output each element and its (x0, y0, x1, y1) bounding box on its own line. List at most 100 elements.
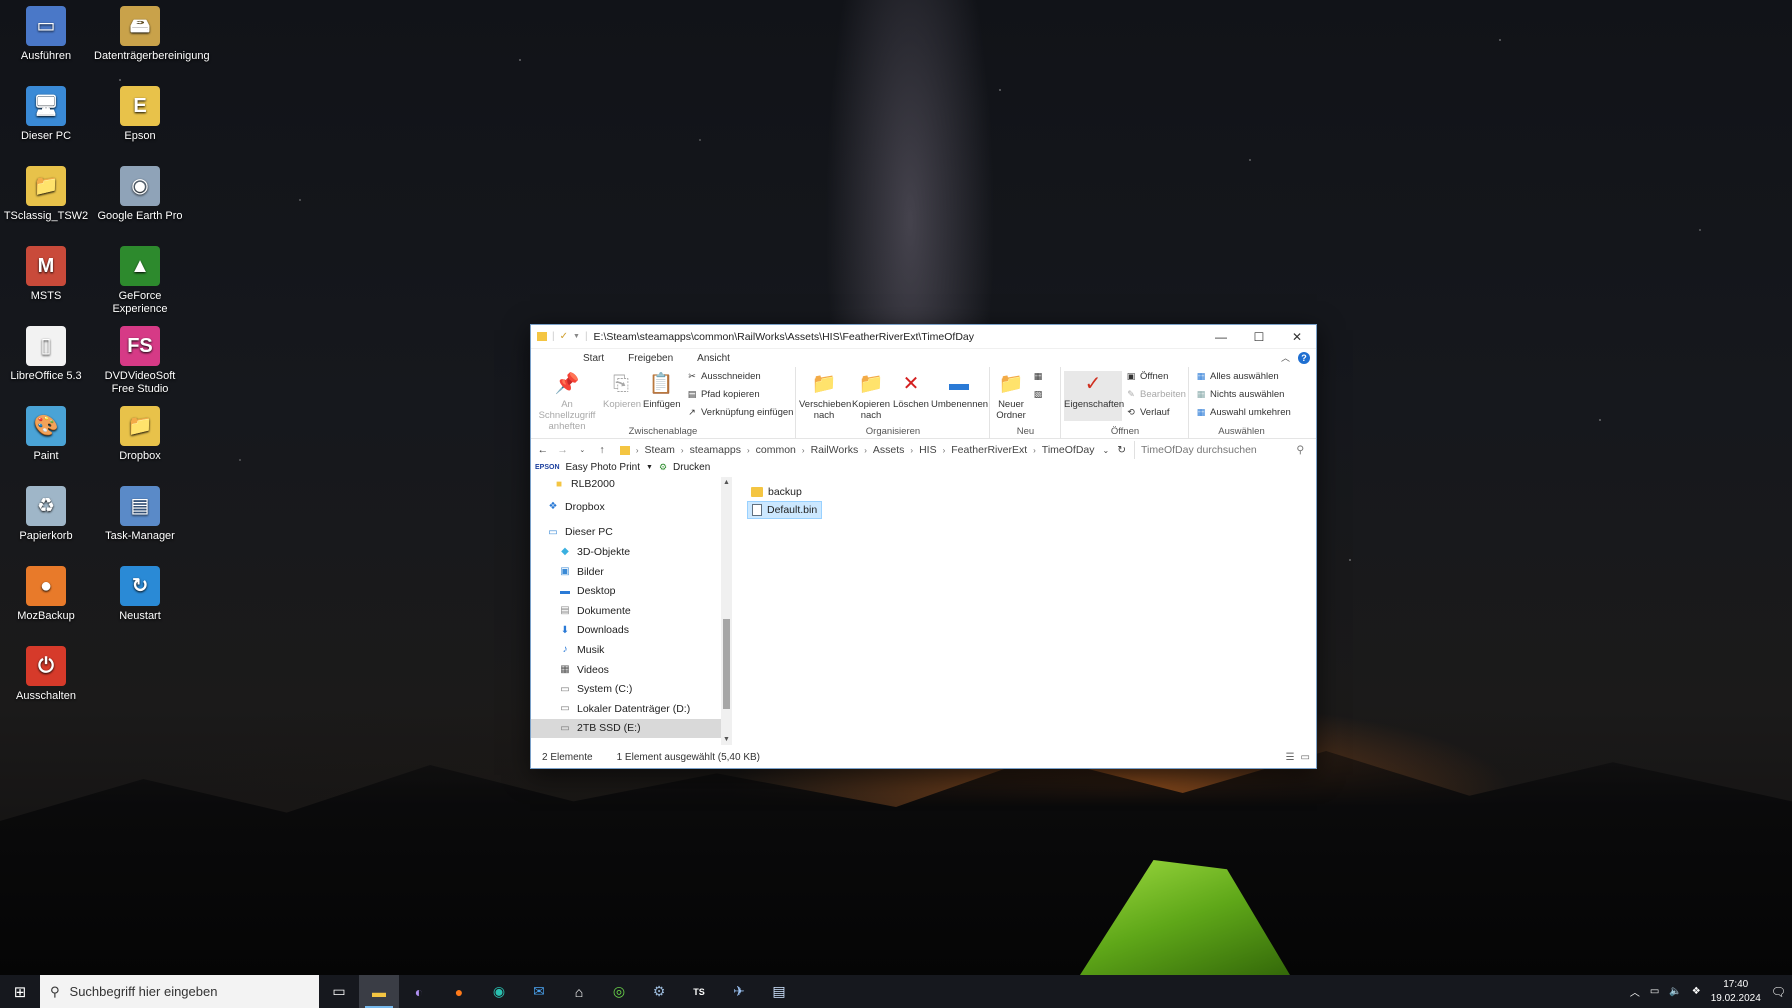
up-arrow-icon[interactable]: ↑ (596, 444, 608, 456)
desktop-icon[interactable]: E Epson (94, 86, 186, 143)
recent-dropdown-icon[interactable]: ⌄ (576, 446, 588, 454)
move-to-button[interactable]: 📁 Verschieben nach (799, 371, 851, 422)
desktop-icon[interactable]: FS DVDVideoSoft Free Studio (94, 326, 186, 396)
paste-shortcut-button[interactable]: ↗ Verknüpfung einfügen (687, 407, 793, 418)
chevron-right-icon[interactable]: › (910, 446, 913, 455)
breadcrumb-item[interactable]: FeatherRiverExt (951, 444, 1027, 456)
copy-path-button[interactable]: ▤ Pfad kopieren (687, 389, 760, 400)
chevron-right-icon[interactable]: › (943, 446, 946, 455)
nav-item[interactable]: ▭ System (C:) (531, 679, 721, 699)
copy-to-button[interactable]: 📁 Kopieren nach (851, 371, 891, 422)
desktop-icon[interactable]: ▤ Task-Manager (94, 486, 186, 543)
new-folder-button[interactable]: 📁 Neuer Ordner (993, 371, 1029, 422)
chevron-right-icon[interactable]: › (864, 446, 867, 455)
history-button[interactable]: ⟲ Verlauf (1126, 407, 1169, 418)
breadcrumb-item[interactable]: Steam (645, 444, 675, 456)
qa-dropdown-icon[interactable]: ▼ (573, 333, 580, 340)
tab-freigeben[interactable]: Freigeben (628, 353, 673, 364)
select-all-button[interactable]: ▦ Alles auswählen (1196, 371, 1279, 382)
collapse-ribbon-icon[interactable]: ︿ (1281, 351, 1290, 364)
nav-item[interactable]: ♪ Musik (531, 640, 721, 660)
delete-button[interactable]: ✕ Löschen (893, 371, 929, 411)
clock[interactable]: 17:40 19.02.2024 (1711, 978, 1761, 1006)
chevron-up-icon[interactable]: ︿ (1630, 984, 1640, 999)
address-dropdown-icon[interactable]: ⌄ (1103, 446, 1110, 455)
breadcrumb-item[interactable]: HIS (919, 444, 937, 456)
nav-item[interactable]: ⬇ Downloads (531, 621, 721, 641)
breadcrumb[interactable]: › Steam › steamapps › common › RailWorks › Asset… (616, 441, 1095, 459)
nav-item[interactable]: ▦ Videos (531, 660, 721, 680)
chevron-right-icon[interactable]: › (681, 446, 684, 455)
taskbar-tool[interactable]: ✈ (719, 975, 759, 1008)
nav-item[interactable]: ▣ Bilder (531, 562, 721, 582)
taskbar-edge[interactable]: ◉ (479, 975, 519, 1008)
taskbar-steam[interactable]: ⚙ (639, 975, 679, 1008)
nav-item[interactable]: ▬ Desktop (531, 581, 721, 601)
tab-ansicht[interactable]: Ansicht (697, 353, 730, 364)
breadcrumb-item[interactable]: common (756, 444, 796, 456)
nav-item[interactable]: ■ RLB2000 (531, 477, 721, 491)
nav-item[interactable]: ❖ Dropbox (531, 497, 721, 517)
chevron-right-icon[interactable]: › (802, 446, 805, 455)
navigation-pane[interactable]: ■ RLB2000 ❖ Dropbox ▭ Dieser PC ◆ 3D-Objekte ▣ Bi… (531, 477, 721, 745)
back-arrow-icon[interactable]: ← (537, 444, 549, 456)
breadcrumb-item[interactable]: RailWorks (811, 444, 859, 456)
desktop-icon[interactable]: 🖴 Datenträgerbereinigung (94, 6, 210, 63)
chevron-right-icon[interactable]: › (1033, 446, 1036, 455)
properties-button[interactable]: ✓ Eigenschaften (1064, 371, 1124, 421)
taskbar-store[interactable]: ⌂ (559, 975, 599, 1008)
file-list[interactable]: backup Default.bin (732, 477, 1316, 745)
refresh-icon[interactable]: ↻ (1117, 444, 1126, 456)
easy-photo-print-button[interactable]: Easy Photo Print (566, 462, 640, 473)
taskbar-train-sim[interactable]: TS (679, 975, 719, 1008)
nav-item[interactable]: ◆ 3D-Objekte (531, 542, 721, 562)
desktop-icon[interactable]: M MSTS (0, 246, 92, 303)
taskbar-spotify[interactable]: ◎ (599, 975, 639, 1008)
desktop-icon[interactable]: 📁 TSclassig_TSW2 (0, 166, 92, 223)
task-view-button[interactable]: ▭ (319, 975, 359, 1008)
desktop-icon[interactable]: ♻ Papierkorb (0, 486, 92, 543)
nav-item[interactable]: ▭ Dieser PC (531, 523, 721, 543)
file-explorer-window[interactable]: | ✓ ▼ | E:\Steam\steamapps\common\RailWo… (530, 324, 1317, 769)
title-bar[interactable]: | ✓ ▼ | E:\Steam\steamapps\common\RailWo… (531, 325, 1316, 349)
cut-button[interactable]: ✂ Ausschneiden (687, 371, 760, 382)
desktop-icon[interactable]: ● MozBackup (0, 566, 92, 623)
help-icon[interactable]: ? (1298, 351, 1310, 364)
maximize-button[interactable]: ☐ (1240, 325, 1278, 349)
chevron-right-icon[interactable]: › (747, 446, 750, 455)
scroll-up-icon[interactable]: ▲ (721, 479, 732, 486)
large-icons-view-icon[interactable]: ▭ (1301, 752, 1310, 763)
volume-icon[interactable]: 🔈 (1669, 986, 1681, 997)
desktop-icon[interactable]: ▲ GeForce Experience (94, 246, 186, 316)
taskbar-firefox[interactable]: ● (439, 975, 479, 1008)
nav-scrollbar[interactable]: ▲ ▼ (721, 477, 732, 745)
taskbar-file-explorer[interactable]: ▬ (359, 975, 399, 1008)
breadcrumb-item[interactable]: steamapps (690, 444, 741, 456)
print-button[interactable]: Drucken (673, 462, 710, 473)
easy-access-button[interactable]: ▧ (1033, 389, 1043, 399)
taskbar-app-mask[interactable]: ◐ (399, 975, 439, 1008)
invert-selection-button[interactable]: ▦ Auswahl umkehren (1196, 407, 1291, 418)
file-item[interactable]: backup (747, 483, 806, 501)
taskbar-mail[interactable]: ✉ (519, 975, 559, 1008)
edit-button[interactable]: ✎ Bearbeiten (1126, 389, 1186, 400)
desktop-icon[interactable]: ◉ Google Earth Pro (94, 166, 186, 223)
scroll-down-icon[interactable]: ▼ (721, 736, 732, 743)
network-icon[interactable]: ▭ (1650, 986, 1659, 997)
desktop-icon[interactable]: 🖥 Dieser PC (0, 86, 92, 143)
open-button[interactable]: ▣ Öffnen (1126, 371, 1169, 382)
chevron-down-icon[interactable]: ▼ (646, 464, 653, 471)
nav-item[interactable]: ▭ 2TB SSD (E:) (531, 718, 721, 739)
paste-button[interactable]: 📋 Einfügen (643, 371, 681, 411)
rename-button[interactable]: ▬ Umbenennen (931, 371, 988, 411)
minimize-button[interactable]: — (1202, 325, 1240, 349)
taskbar-notepad[interactable]: ▤ (759, 975, 799, 1008)
close-button[interactable]: ✕ (1278, 325, 1316, 349)
properties-check-icon[interactable]: ✓ (560, 331, 568, 342)
tab-start[interactable]: Start (583, 353, 604, 364)
desktop-icon[interactable]: ↻ Neustart (94, 566, 186, 623)
scrollbar-thumb[interactable] (723, 619, 730, 709)
desktop-icon[interactable]: ▯ LibreOffice 5.3 (0, 326, 92, 383)
breadcrumb-item[interactable]: Assets (873, 444, 905, 456)
pin-quick-access-button[interactable]: 📌 An Schnellzugriff anheften (535, 371, 599, 433)
